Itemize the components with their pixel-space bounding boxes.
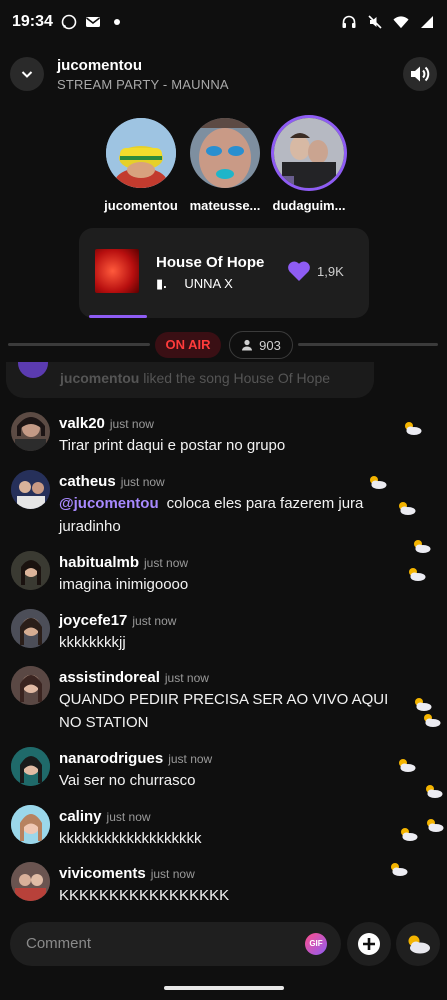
chat-text: KKKKKKKKKKKKKKKKK — [59, 887, 230, 904]
collapse-button[interactable] — [10, 57, 44, 91]
avatar — [18, 362, 48, 378]
chat-timestamp: just now — [120, 475, 165, 489]
listeners-count[interactable]: 903 — [229, 331, 293, 359]
chat-timestamp: just now — [168, 752, 213, 766]
system-message: jucomentou liked the song House Of Hope — [6, 362, 374, 398]
chevron-down-icon — [21, 71, 33, 78]
avatar[interactable] — [11, 609, 50, 648]
on-air-badge: ON AIR — [155, 332, 221, 358]
status-bar: 19:34 — [0, 0, 447, 44]
sun-cloud-icon — [406, 566, 426, 582]
avatar[interactable] — [11, 666, 50, 705]
chat-timestamp: just now — [164, 671, 209, 685]
chat-text: Tirar print daqui e postar no grupo — [59, 437, 286, 454]
chat-list[interactable]: jucomentou liked the song House Of Hope … — [0, 362, 447, 910]
divider — [298, 343, 438, 346]
chat-username[interactable]: catheus just now — [59, 473, 165, 490]
chat-timestamp: just now — [144, 556, 189, 570]
avatar — [190, 118, 260, 188]
sun-cloud-icon — [402, 420, 422, 436]
heart-icon — [288, 261, 310, 281]
chat-username[interactable]: assistindoreal just now — [59, 669, 209, 686]
chat-text: QUANDO PEDIIR PRECISA SER AO VIVO AQUI N… — [59, 691, 389, 731]
mail-icon — [85, 14, 101, 30]
mention[interactable]: @jucomentou — [59, 495, 159, 512]
chat-text: imagina inimigoooo — [59, 576, 189, 593]
participant[interactable]: mateusse... — [184, 118, 266, 213]
artist-name: UNNA X — [184, 276, 233, 291]
mute-icon — [367, 14, 383, 30]
sun-cloud-icon — [396, 500, 416, 516]
avatar — [106, 118, 176, 188]
reaction-button[interactable] — [396, 922, 440, 966]
chat-timestamp: just now — [132, 614, 177, 628]
avatar[interactable] — [11, 862, 50, 901]
sun-cloud-icon — [408, 935, 430, 954]
participants-row: jucomentou mateusse... dudaguim... — [100, 118, 350, 213]
likes-count: 1,9K — [317, 264, 344, 279]
divider — [8, 343, 150, 346]
participant-name: jucomentou — [104, 198, 178, 213]
chat-username[interactable]: habitualmb just now — [59, 554, 188, 571]
speaker-icon — [411, 66, 430, 82]
chat-timestamp: just now — [109, 417, 154, 431]
avatar — [274, 118, 344, 188]
chat-username[interactable]: nanarodrigues just now — [59, 750, 212, 767]
sun-cloud-icon — [367, 474, 387, 490]
participant[interactable]: jucomentou — [100, 118, 182, 213]
chat-username[interactable]: vivicoments just now — [59, 865, 195, 882]
artist-prefix: ▮. — [156, 276, 167, 291]
chat-timestamp: just now — [150, 867, 195, 881]
gif-button[interactable]: GIF — [305, 933, 327, 955]
stream-subtitle: STREAM PARTY - MAUNNA — [57, 76, 229, 92]
like-button[interactable] — [287, 260, 311, 287]
participant-name: dudaguim... — [272, 198, 346, 213]
plus-icon — [358, 933, 380, 955]
home-indicator — [164, 986, 284, 990]
participant-name: mateusse... — [189, 198, 261, 213]
chat-text: kkkkkkkkjj — [59, 634, 126, 651]
host-name: jucomentou — [57, 56, 142, 74]
avatar[interactable] — [11, 805, 50, 844]
avatar[interactable] — [11, 470, 50, 509]
chat-username[interactable]: valk20 just now — [59, 415, 154, 432]
sun-cloud-icon — [388, 861, 408, 877]
status-time: 19:34 — [12, 13, 53, 30]
sun-cloud-icon — [423, 783, 443, 799]
sun-cloud-icon — [396, 757, 416, 773]
chat-timestamp: just now — [106, 810, 151, 824]
song-title: House Of Hope — [156, 254, 265, 271]
avatar[interactable] — [11, 747, 50, 786]
chat-text: kkkkkkkkkkkkkkkkkkk — [59, 830, 202, 847]
song-artist: ▮. UNNA X — [156, 276, 233, 292]
avatar[interactable] — [11, 551, 50, 590]
sun-cloud-icon — [421, 712, 441, 728]
chat-username[interactable]: joycefe17 just now — [59, 612, 176, 629]
person-icon — [242, 339, 253, 351]
stream-header: jucomentou STREAM PARTY - MAUNNA — [10, 52, 437, 96]
notification-dot-icon — [109, 14, 125, 30]
sun-cloud-icon — [398, 826, 418, 842]
sun-cloud-icon — [411, 538, 431, 554]
now-playing-card[interactable]: House Of Hope ▮. UNNA X 1,9K — [79, 228, 369, 318]
avatar[interactable] — [11, 412, 50, 451]
headphones-icon — [341, 14, 357, 30]
system-message-text: jucomentou liked the song House Of Hope — [60, 370, 331, 386]
sound-button[interactable] — [403, 57, 437, 91]
chat-text: @jucomentou coloca eles para fazerem jura… — [59, 495, 364, 535]
chat-text: Vai ser no churrasco — [59, 772, 196, 789]
sun-cloud-icon — [424, 817, 444, 833]
whatsapp-icon — [61, 14, 77, 30]
add-button[interactable] — [347, 922, 391, 966]
battery-icon — [419, 14, 435, 30]
chat-username[interactable]: caliny just now — [59, 808, 151, 825]
sun-cloud-icon — [412, 696, 432, 712]
album-art — [95, 249, 139, 293]
comment-placeholder: Comment — [26, 935, 92, 952]
wifi-icon — [393, 14, 409, 30]
listeners-number: 903 — [259, 337, 281, 353]
song-progress-bar — [89, 315, 147, 318]
comment-input[interactable]: Comment GIF — [10, 922, 341, 966]
participant[interactable]: dudaguim... — [268, 118, 350, 213]
